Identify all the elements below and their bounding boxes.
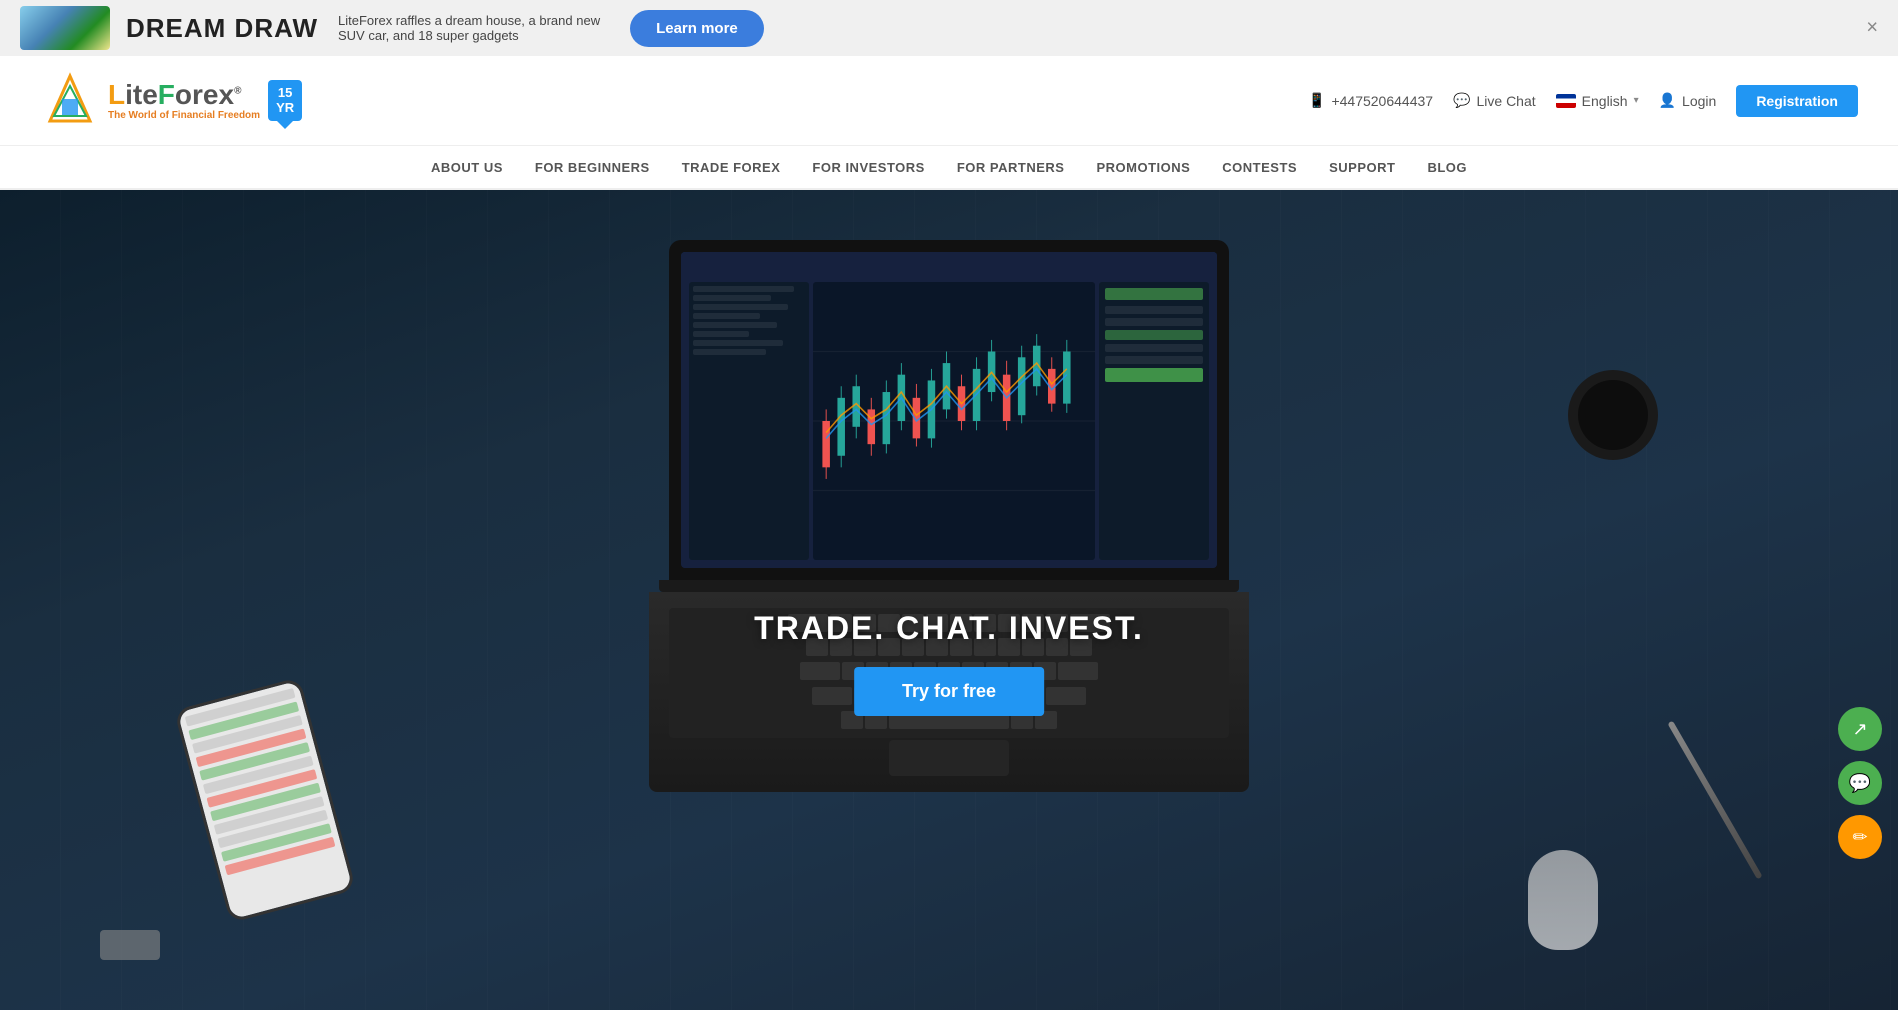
laptop-hinge xyxy=(659,580,1239,592)
chart-right-panel xyxy=(1099,282,1209,560)
nav-item-contests[interactable]: CONTESTS xyxy=(1222,148,1297,187)
logo-icon xyxy=(40,71,100,131)
nav-item-trade-forex[interactable]: TRADE FOREX xyxy=(682,148,781,187)
laptop-touchpad xyxy=(889,740,1009,776)
login-label: Login xyxy=(1682,93,1716,109)
cup-outer xyxy=(1568,370,1658,460)
laptop-screen xyxy=(681,252,1217,568)
site-header: LiteForex® The World of Financial Freedo… xyxy=(0,56,1898,146)
banner-title: DREAM DRAW xyxy=(126,13,318,44)
header-right: 📱 +447520644437 💬 Live Chat English ▾ 👤 … xyxy=(1308,85,1858,117)
phone-number: +447520644437 xyxy=(1331,93,1433,109)
phone-icon: 📱 xyxy=(1308,92,1325,109)
chart-left-row xyxy=(693,322,777,328)
hero-title: TRADE. CHAT. INVEST. xyxy=(754,610,1144,647)
hero-content: TRADE. CHAT. INVEST. Try for free xyxy=(754,610,1144,716)
nav-item-investors[interactable]: FOR INVESTORS xyxy=(812,148,924,187)
share-fab-button[interactable]: ↗ xyxy=(1838,707,1882,751)
chart-left-row xyxy=(693,286,794,292)
nav-item-promotions[interactable]: PROMOTIONS xyxy=(1096,148,1190,187)
try-for-free-button[interactable]: Try for free xyxy=(854,667,1044,716)
chart-left-row xyxy=(693,331,749,337)
chart-left-row xyxy=(693,340,783,346)
chart-right-row-green2 xyxy=(1105,330,1203,340)
chat-fab-icon: 💬 xyxy=(1849,773,1871,794)
chart-right-row xyxy=(1105,318,1203,326)
chart-left-row xyxy=(693,313,760,319)
nav-item-beginners[interactable]: FOR BEGINNERS xyxy=(535,148,650,187)
coffee-cup-graphic xyxy=(1568,370,1678,480)
banner-close-button[interactable]: × xyxy=(1866,17,1878,40)
candlestick-chart xyxy=(813,282,1095,560)
badge-text: 15YR xyxy=(276,86,294,115)
main-nav: ABOUT US FOR BEGINNERS TRADE FOREX FOR I… xyxy=(0,146,1898,190)
cup-inner xyxy=(1578,380,1648,450)
chart-right-row xyxy=(1105,306,1203,314)
language-label: English xyxy=(1582,93,1628,109)
chart-left-row xyxy=(693,304,788,310)
register-button[interactable]: Registration xyxy=(1736,85,1858,117)
logo-area: LiteForex® The World of Financial Freedo… xyxy=(40,71,302,131)
chart-right-row xyxy=(1105,344,1203,352)
chart-left-row xyxy=(693,349,766,355)
fab-container: ↗ 💬 ✏ xyxy=(1838,707,1882,859)
user-icon: 👤 xyxy=(1659,92,1676,109)
nav-item-support[interactable]: SUPPORT xyxy=(1329,148,1395,187)
chat-fab-button[interactable]: 💬 xyxy=(1838,761,1882,805)
keys-graphic xyxy=(100,930,160,960)
nav-item-partners[interactable]: FOR PARTNERS xyxy=(957,148,1065,187)
chart-left-row xyxy=(693,295,771,301)
flag-icon xyxy=(1556,94,1576,108)
edit-icon: ✏ xyxy=(1852,827,1867,848)
logo-text-area: LiteForex® The World of Financial Freedo… xyxy=(108,81,260,121)
banner-desc-line1: LiteForex raffles a dream house, a brand… xyxy=(338,13,600,28)
logo-tagline: The World of Financial Freedom xyxy=(108,111,260,121)
banner-desc-line2: SUV car, and 18 super gadgets xyxy=(338,28,600,43)
login-button[interactable]: 👤 Login xyxy=(1659,92,1717,109)
logo-name: LiteForex® xyxy=(108,81,260,109)
hero-section: TRADE. CHAT. INVEST. Try for free xyxy=(0,190,1898,1010)
banner-description: LiteForex raffles a dream house, a brand… xyxy=(338,13,600,43)
language-selector[interactable]: English ▾ xyxy=(1556,93,1639,109)
share-icon: ↗ xyxy=(1852,719,1867,740)
chart-left-panel xyxy=(689,282,809,560)
laptop-screen-outer xyxy=(669,240,1229,580)
live-chat-button[interactable]: 💬 Live Chat xyxy=(1453,92,1536,109)
learn-more-button[interactable]: Learn more xyxy=(630,10,764,47)
chart-main-area xyxy=(813,282,1095,560)
edit-fab-button[interactable]: ✏ xyxy=(1838,815,1882,859)
mouse-graphic xyxy=(1528,850,1598,950)
chart-buy-button xyxy=(1105,368,1203,382)
nav-item-blog[interactable]: BLOG xyxy=(1427,148,1467,187)
chart-right-row-green xyxy=(1105,288,1203,300)
chat-icon: 💬 xyxy=(1453,92,1470,109)
chart-right-row xyxy=(1105,356,1203,364)
chat-label: Live Chat xyxy=(1477,93,1536,109)
nav-item-about[interactable]: ABOUT US xyxy=(431,148,503,187)
top-banner: DREAM DRAW LiteForex raffles a dream hou… xyxy=(0,0,1898,56)
header-phone: 📱 +447520644437 xyxy=(1308,92,1433,109)
chevron-down-icon: ▾ xyxy=(1634,95,1639,106)
banner-image xyxy=(20,6,110,50)
chart-body xyxy=(681,274,1217,568)
logo-badge: 15YR xyxy=(268,80,302,121)
